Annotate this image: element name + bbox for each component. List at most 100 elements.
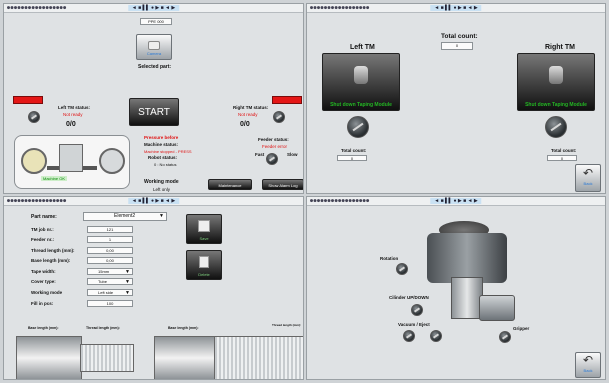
eject-knob[interactable] (430, 330, 442, 342)
machine-schematic: Machine OK (14, 135, 130, 189)
part-settings-panel: ●●●●●●●●●●●●●●●●● ◄ ■ ▌▌ ● ▶ ■ ◄ ▶ Part … (3, 196, 304, 380)
rotation-knob[interactable] (396, 263, 408, 275)
back-button[interactable]: ↶ Back (575, 352, 601, 378)
thread-diagram-right (214, 336, 303, 379)
robot-arm-icon (549, 66, 563, 84)
total-count-value: 0 (441, 42, 473, 50)
titlebar-controls[interactable]: ◄ ■ ▌▌ ● ▶ ■ ◄ ▶ (127, 5, 180, 11)
right-tm-selector-knob[interactable] (273, 111, 285, 123)
right-tm-count: 0/0 (240, 121, 250, 128)
left-tm-status-value: Not ready (63, 112, 83, 117)
right-spool (99, 148, 125, 174)
center-mechanism (59, 144, 83, 172)
right-total-count-label: Total count: (551, 148, 577, 153)
gripper-knob[interactable] (499, 331, 511, 343)
diagram-thread-length-right: Thread length (mm): (272, 323, 301, 327)
robot-status-value: 0 : No status (154, 162, 177, 167)
left-total-count-value: 0 (337, 155, 367, 161)
left-tm-shutdown-button[interactable]: Shut down Taping Module (322, 53, 400, 111)
left-tm-knob[interactable] (347, 116, 369, 138)
selected-part-label: Selected part: (138, 64, 172, 70)
main-titlebar: ●●●●●●●●●●●●●●●●● ◄ ■ ▌▌ ● ▶ ■ ◄ ▶ (4, 4, 303, 13)
robot-arm-icon (354, 66, 368, 84)
titlebar-dots: ●●●●●●●●●●●●●●●●● (310, 198, 370, 204)
back-arrow-icon: ↶ (582, 353, 594, 367)
left-tm-status-label: Left TM status: (58, 105, 90, 110)
robot-titlebar: ●●●●●●●●●●●●●●●●● ◄ ■ ▌▌ ● ▶ ■ ◄ ▶ (307, 197, 605, 206)
working-mode-label: Working mode (31, 290, 63, 295)
titlebar-dots: ●●●●●●●●●●●●●●●●● (7, 198, 67, 204)
head-body (427, 233, 507, 283)
camera-button[interactable]: Camera (136, 34, 172, 60)
maintenance-button[interactable]: Maintenance (208, 179, 252, 190)
right-shutdown-label: Shut down Taping Module (525, 102, 587, 108)
fill-label: Fill in pcs: (31, 301, 54, 306)
tm-job-label: TM job nr.: (31, 227, 54, 232)
titlebar-controls[interactable]: ◄ ■ ▌▌ ● ▶ ■ ◄ ▶ (430, 198, 482, 204)
left-tm-selector-knob[interactable] (28, 111, 40, 123)
gripper-label: Gripper (513, 326, 530, 331)
diagram-thread-length-left: Thread length (mm): (86, 326, 120, 330)
titlebar-controls[interactable]: ◄ ■ ▌▌ ● ▶ ■ ◄ ▶ (430, 5, 482, 11)
save-button[interactable]: Save (186, 214, 222, 244)
back-label: Back (583, 181, 593, 186)
thread-length-label: Thread length (mm): (31, 248, 75, 253)
pressure-before-label: Pressure before (144, 135, 179, 140)
part-name-select[interactable]: Element2 (83, 212, 167, 221)
base-length-input[interactable]: 0,00 (87, 257, 133, 264)
top-id-field: PPE 000 (140, 18, 172, 25)
part-name-label: Part name: (31, 214, 57, 220)
titlebar-dots: ●●●●●●●●●●●●●●●●● (310, 5, 370, 11)
thread-diagram-left (80, 344, 134, 372)
rotation-label: Rotation (380, 256, 399, 261)
diagram-base-length-right: Base length (mm): (168, 326, 199, 330)
cilinder-knob[interactable] (411, 304, 423, 316)
feeder-speed-knob[interactable] (266, 153, 278, 165)
start-button[interactable]: START (129, 98, 179, 126)
back-label: Back (583, 368, 593, 373)
fill-input[interactable]: 100 (87, 300, 133, 307)
settings-titlebar: ●●●●●●●●●●●●●●●●● ◄ ■ ▌▌ ● ▶ ■ ◄ ▶ (4, 197, 303, 206)
left-tm-title: Left TM (350, 44, 375, 51)
left-spool (21, 148, 47, 174)
base-length-label: Base length (mm): (31, 258, 71, 263)
thread-length-input[interactable]: 0,00 (87, 247, 133, 254)
trash-icon (199, 256, 209, 268)
camera-icon (148, 41, 160, 50)
robot-head-image (407, 217, 527, 327)
tape-width-select[interactable]: 15mm (87, 268, 133, 275)
alarm-log-button[interactable]: Show Alarm Log (262, 179, 303, 190)
feeder-label: Feeder nr.: (31, 237, 55, 242)
delete-label: Delete (198, 272, 210, 277)
titlebar-controls[interactable]: ◄ ■ ▌▌ ● ▶ ■ ◄ ▶ (127, 198, 180, 204)
tm-job-input[interactable]: 121 (87, 226, 133, 233)
feeder-input[interactable]: 1 (87, 236, 133, 243)
back-arrow-icon: ↶ (582, 166, 594, 180)
machine-status-label: Machine status: (144, 142, 179, 147)
vacuum-knob[interactable] (403, 330, 415, 342)
right-tm-shutdown-button[interactable]: Shut down Taping Module (517, 53, 595, 111)
working-mode-select[interactable]: Left side (87, 289, 133, 296)
back-button[interactable]: ↶ Back (575, 164, 601, 192)
diagram-base-length-left: Base length (mm): (28, 326, 59, 330)
working-mode-label: Working mode (144, 179, 179, 185)
feeder-status-value: Feeder error (262, 144, 288, 149)
cover-type-select[interactable]: Tube (87, 278, 133, 285)
taping-modules-panel: ●●●●●●●●●●●●●●●●● ◄ ■ ▌▌ ● ▶ ■ ◄ ▶ Total… (306, 3, 606, 194)
working-mode-value: Left only (153, 187, 171, 192)
left-tm-count: 0/0 (66, 121, 76, 128)
part-diagram-right (154, 336, 216, 379)
main-screen-panel: ●●●●●●●●●●●●●●●●● ◄ ■ ▌▌ ● ▶ ■ ◄ ▶ PPE 0… (3, 3, 304, 194)
feeder-status-label: Feeder status: (258, 137, 289, 142)
floppy-icon (198, 220, 210, 232)
vacuum-eject-label: Vacuum / Eject (398, 322, 430, 327)
left-total-count-label: Total count: (341, 148, 367, 153)
total-count-label: Total count: (441, 33, 478, 40)
cover-type-label: Cover type: (31, 279, 56, 284)
taping-titlebar: ●●●●●●●●●●●●●●●●● ◄ ■ ▌▌ ● ▶ ■ ◄ ▶ (307, 4, 605, 13)
left-shutdown-label: Shut down Taping Module (330, 102, 392, 108)
tape-width-label: Tape width: (31, 269, 56, 274)
delete-button[interactable]: Delete (186, 250, 222, 280)
right-tm-knob[interactable] (545, 116, 567, 138)
right-tm-indicator (272, 96, 302, 104)
